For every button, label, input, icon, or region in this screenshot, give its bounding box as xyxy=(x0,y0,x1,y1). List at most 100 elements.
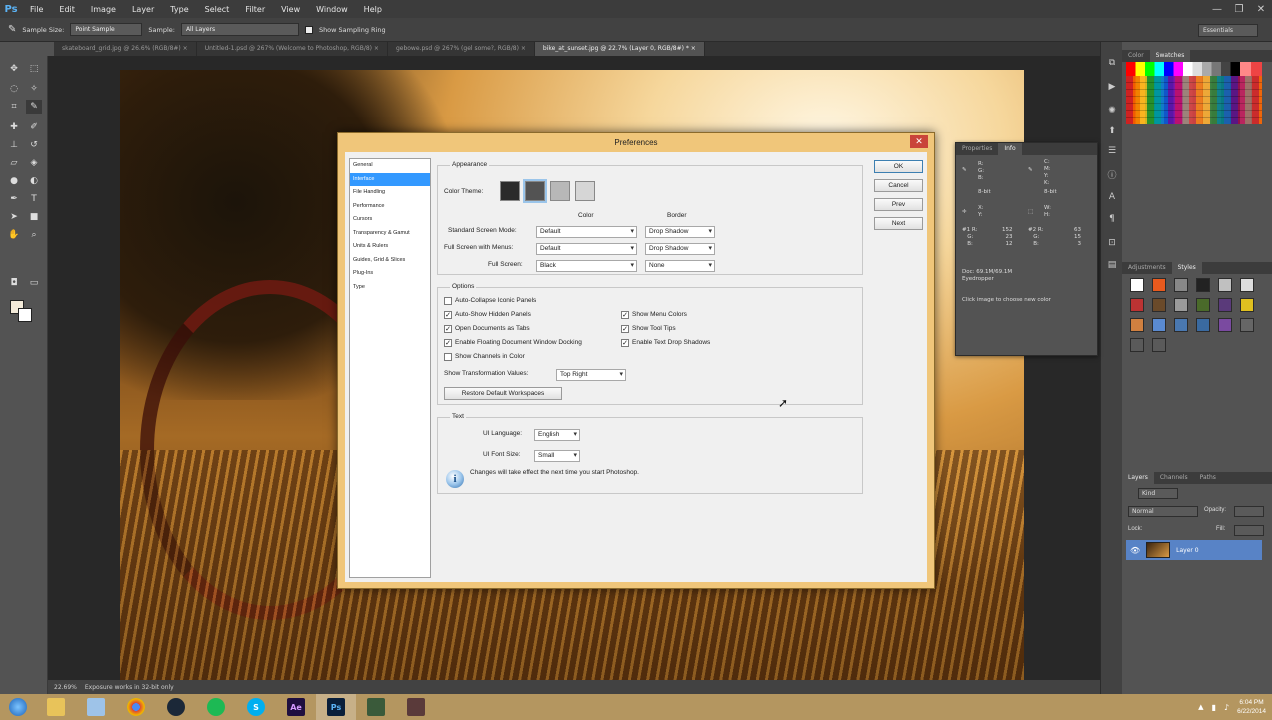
category-performance[interactable]: Performance xyxy=(350,200,430,214)
tab-untitled[interactable]: Untitled-1.psd @ 267% (Welcome to Photos… xyxy=(197,42,388,56)
style-tile[interactable] xyxy=(1152,298,1166,312)
dialog-close-button[interactable]: ✕ xyxy=(910,135,928,148)
history-panel-icon[interactable]: ⧉ xyxy=(1105,58,1119,72)
lasso-tool-icon[interactable]: ◌ xyxy=(6,82,22,96)
fill-field[interactable] xyxy=(1234,525,1264,536)
crop-tool-icon[interactable]: ⌗ xyxy=(6,100,22,114)
eyedropper-tool-icon[interactable]: ✎ xyxy=(8,24,16,35)
path-select-tool-icon[interactable]: ➤ xyxy=(6,210,22,224)
full-screen-menus-color-select[interactable]: Default xyxy=(536,243,637,255)
paragraph-panel-icon[interactable]: ¶ xyxy=(1105,214,1119,228)
style-tile[interactable] xyxy=(1196,278,1210,292)
character-panel-icon[interactable]: A xyxy=(1105,192,1119,206)
full-screen-border-select[interactable]: None xyxy=(645,260,715,272)
next-button[interactable]: Next xyxy=(874,217,923,230)
category-cursors[interactable]: Cursors xyxy=(350,213,430,227)
theme-dark-swatch[interactable] xyxy=(523,179,547,203)
photoshop-icon[interactable]: Ps xyxy=(316,694,356,720)
tray-arrow-icon[interactable]: ▲ xyxy=(1198,703,1203,711)
show-tool-tips-checkbox[interactable]: ✓ xyxy=(621,325,629,333)
tab-gebowe[interactable]: gebowe.psd @ 267% (gel some?, RGB/8) × xyxy=(388,42,535,56)
restore-workspaces-button[interactable]: Restore Default Workspaces xyxy=(444,387,562,400)
tab-properties[interactable]: Properties xyxy=(956,143,998,155)
layer-row[interactable]: 👁 Layer 0 xyxy=(1126,540,1262,560)
background-color-swatch[interactable] xyxy=(18,308,32,322)
style-tile[interactable] xyxy=(1240,298,1254,312)
workspace-select[interactable]: Essentials xyxy=(1198,24,1258,37)
shape-tool-icon[interactable]: ■ xyxy=(26,210,42,224)
spotify-icon[interactable] xyxy=(196,694,236,720)
style-tile[interactable] xyxy=(1152,338,1166,352)
swatch-grid-colors[interactable] xyxy=(1126,76,1262,124)
category-type[interactable]: Type xyxy=(350,281,430,295)
auto-collapse-checkbox[interactable] xyxy=(444,297,452,305)
text-drop-shadows-checkbox[interactable]: ✓ xyxy=(621,339,629,347)
healing-brush-tool-icon[interactable]: ✚ xyxy=(6,120,22,134)
show-channels-checkbox[interactable] xyxy=(444,353,452,361)
style-none-tile[interactable] xyxy=(1130,278,1144,292)
properties-panel-icon[interactable]: ☰ xyxy=(1105,146,1119,160)
style-tile[interactable] xyxy=(1196,318,1210,332)
style-tile[interactable] xyxy=(1218,278,1232,292)
ui-font-size-select[interactable]: Small xyxy=(534,450,580,462)
full-screen-menus-border-select[interactable]: Drop Shadow xyxy=(645,243,715,255)
status-info[interactable]: Exposure works in 32-bit only xyxy=(85,684,174,691)
info-panel-icon[interactable]: ⓘ xyxy=(1105,168,1119,182)
clone-stamp-tool-icon[interactable]: ⊥ xyxy=(6,138,22,152)
menu-select[interactable]: Select xyxy=(197,5,238,14)
menu-edit[interactable]: Edit xyxy=(51,5,83,14)
quick-select-tool-icon[interactable]: ✧ xyxy=(26,82,42,96)
style-tile[interactable] xyxy=(1130,298,1144,312)
type-tool-icon[interactable]: T xyxy=(26,192,42,206)
style-tile[interactable] xyxy=(1174,318,1188,332)
screen-mode-icon[interactable]: ▭ xyxy=(26,276,42,290)
brush-tool-icon[interactable]: ✐ xyxy=(26,120,42,134)
theme-darkest-swatch[interactable] xyxy=(500,181,520,201)
category-units-rulers[interactable]: Units & Rulers xyxy=(350,240,430,254)
file-explorer-icon[interactable] xyxy=(36,694,76,720)
blend-mode-select[interactable]: Normal xyxy=(1128,506,1198,517)
standard-screen-border-select[interactable]: Drop Shadow xyxy=(645,226,715,238)
close-window-button[interactable]: ✕ xyxy=(1250,0,1272,18)
style-tile[interactable] xyxy=(1240,278,1254,292)
tab-color[interactable]: Color xyxy=(1122,50,1150,62)
app-icon[interactable] xyxy=(396,694,436,720)
history-brush-tool-icon[interactable]: ↺ xyxy=(26,138,42,152)
sample-select[interactable]: All Layers xyxy=(180,23,299,36)
notepad-icon[interactable] xyxy=(76,694,116,720)
style-tile[interactable] xyxy=(1196,298,1210,312)
menu-image[interactable]: Image xyxy=(83,5,124,14)
clone-source-panel-icon[interactable]: ⬆ xyxy=(1105,126,1119,140)
quick-mask-icon[interactable]: ◘ xyxy=(6,276,22,290)
eraser-tool-icon[interactable]: ▱ xyxy=(6,156,22,170)
skype-icon[interactable]: S xyxy=(236,694,276,720)
clock[interactable]: 6:04 PM 6/22/2014 xyxy=(1237,698,1266,716)
steam-icon[interactable] xyxy=(156,694,196,720)
glyphs-panel-icon[interactable]: ⊡ xyxy=(1105,238,1119,252)
sampling-ring-checkbox[interactable] xyxy=(304,25,313,34)
style-tile[interactable] xyxy=(1174,278,1188,292)
transform-values-select[interactable]: Top Right xyxy=(556,369,626,381)
menu-file[interactable]: File xyxy=(22,5,51,14)
style-tile[interactable] xyxy=(1240,318,1254,332)
theme-light-swatch[interactable] xyxy=(550,181,570,201)
category-interface[interactable]: Interface xyxy=(350,172,430,186)
paint-bucket-tool-icon[interactable]: ◈ xyxy=(26,156,42,170)
zoom-tool-icon[interactable]: ⌕ xyxy=(26,228,42,242)
style-tile[interactable] xyxy=(1218,318,1232,332)
pen-tool-icon[interactable]: ✒ xyxy=(6,192,22,206)
auto-show-checkbox[interactable]: ✓ xyxy=(444,311,452,319)
layer-name[interactable]: Layer 0 xyxy=(1176,547,1198,554)
chrome-icon[interactable] xyxy=(116,694,156,720)
category-guides-grid-slices[interactable]: Guides, Grid & Slices xyxy=(350,254,430,268)
style-tile[interactable] xyxy=(1130,318,1144,332)
floating-docking-checkbox[interactable]: ✓ xyxy=(444,339,452,347)
full-screen-color-select[interactable]: Black xyxy=(536,260,637,272)
dialog-title[interactable]: Preferences xyxy=(338,133,934,151)
tab-swatches[interactable]: Swatches xyxy=(1149,50,1191,62)
menu-window[interactable]: Window xyxy=(308,5,356,14)
standard-screen-color-select[interactable]: Default xyxy=(536,226,637,238)
open-tabs-checkbox[interactable]: ✓ xyxy=(444,325,452,333)
show-menu-colors-checkbox[interactable]: ✓ xyxy=(621,311,629,319)
cancel-button[interactable]: Cancel xyxy=(874,179,923,192)
